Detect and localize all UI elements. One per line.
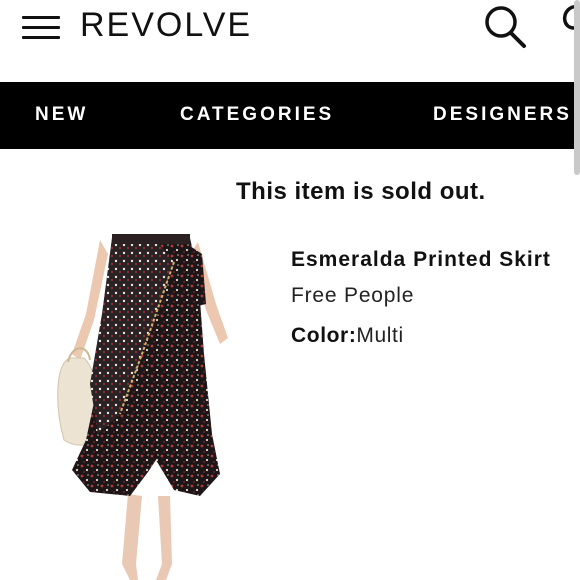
hamburger-menu-icon[interactable] <box>22 16 60 40</box>
sold-out-notice: This item is sold out. <box>236 178 486 205</box>
site-logo[interactable]: REVOLVE <box>80 6 252 45</box>
product-image[interactable] <box>50 234 250 580</box>
color-value: Multi <box>356 324 404 347</box>
main-nav: NEW CATEGORIES DESIGNERS <box>0 82 580 149</box>
nav-item-new[interactable]: NEW <box>35 104 88 126</box>
product-brand-link[interactable]: Free People <box>291 284 414 308</box>
scrollbar[interactable] <box>574 0 580 175</box>
color-label: Color: <box>291 324 357 347</box>
search-icon[interactable] <box>482 2 530 50</box>
site-header: REVOLVE <box>0 0 580 82</box>
product-name: Esmeralda Printed Skirt <box>291 248 551 271</box>
product-color: Color:Multi <box>291 324 404 348</box>
nav-item-designers[interactable]: DESIGNERS <box>433 104 572 126</box>
nav-item-categories[interactable]: CATEGORIES <box>180 104 334 126</box>
